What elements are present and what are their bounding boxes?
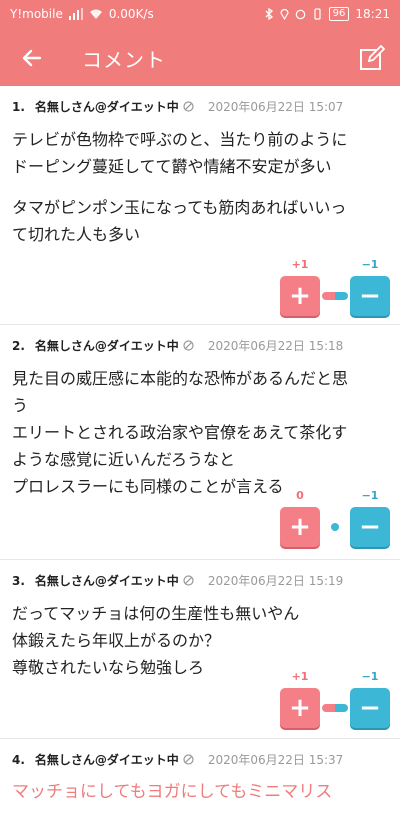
comment-body: だってマッチョは何の生産性も無いやん 体鍛えたら年収上がるのか？ 尊敬されたいな…	[12, 600, 388, 681]
comment-line: 体鍛えたら年収上がるのか？	[12, 631, 221, 650]
plus-count: +1	[291, 258, 309, 271]
vote-widget: +1 −1 + −	[280, 258, 390, 322]
clock: 18:21	[355, 7, 390, 21]
plus-button[interactable]: +	[280, 688, 320, 728]
vote-ratio-bar	[322, 704, 348, 712]
vibrate-icon	[314, 8, 321, 20]
arrow-left-icon[interactable]	[18, 44, 46, 72]
comment-number: 2.	[12, 338, 25, 353]
vote-ratio-bar	[322, 292, 348, 300]
comment-line: ような感覚に近いんだろうなと	[12, 450, 236, 469]
comment-line: ドーピング蔓延してて欝や情緒不安定が多い	[12, 157, 332, 176]
status-bar: Y!mobile 0.00K/s 96 18:21	[0, 0, 400, 30]
comment-line: テレビが色物枠で呼ぶのと、当たり前のように	[12, 130, 348, 149]
comment-line: だってマッチョは何の生産性も無いやん	[12, 604, 300, 623]
location-icon	[280, 8, 289, 20]
comment-list: 1. 名無しさん@ダイエット中 2020年06月22日 15:07 テレビが色物…	[0, 86, 400, 819]
comment-line: う	[12, 396, 29, 415]
wifi-icon	[89, 9, 102, 19]
comment-number: 4.	[12, 752, 25, 767]
app-bar: コメント	[0, 30, 400, 86]
alarm-icon	[295, 9, 305, 20]
comment-line: て切れた人も多い	[12, 225, 141, 244]
minus-button[interactable]: −	[350, 507, 390, 547]
comment-item: 1. 名無しさん@ダイエット中 2020年06月22日 15:07 テレビが色物…	[0, 86, 400, 325]
comment-author: 名無しさん@ダイエット中	[34, 753, 179, 767]
comment-item: 2. 名無しさん@ダイエット中 2020年06月22日 15:18 見た目の威圧…	[0, 325, 400, 560]
comment-meta: 1. 名無しさん@ダイエット中 2020年06月22日 15:07	[12, 98, 343, 115]
plus-button[interactable]: +	[280, 276, 320, 316]
comment-author: 名無しさん@ダイエット中	[34, 339, 179, 353]
comment-body: テレビが色物枠で呼ぶのと、当たり前のように ドーピング蔓延してて欝や情緒不安定が…	[12, 126, 388, 248]
comment-author: 名無しさん@ダイエット中	[34, 100, 179, 114]
vote-widget: 0 −1 + −	[280, 489, 390, 553]
comment-date: 2020年06月22日 15:18	[207, 339, 344, 353]
block-icon[interactable]	[183, 101, 194, 112]
comment-number: 1.	[12, 99, 25, 114]
minus-count: −1	[361, 258, 379, 271]
carrier-label: Y!mobile	[10, 7, 63, 21]
comment-date: 2020年06月22日 15:07	[207, 100, 344, 114]
minus-count: −1	[361, 489, 379, 502]
minus-count: −1	[361, 670, 379, 683]
plus-count: +1	[291, 670, 309, 683]
comment-item: 4. 名無しさん@ダイエット中 2020年06月22日 15:37 マッチョにし…	[0, 739, 400, 819]
minus-button[interactable]: −	[350, 688, 390, 728]
block-icon[interactable]	[183, 575, 194, 586]
comment-number: 3.	[12, 573, 25, 588]
comment-line: 見た目の威圧感に本能的な恐怖があるんだと思	[12, 369, 349, 388]
minus-button[interactable]: −	[350, 276, 390, 316]
page-title: コメント	[82, 48, 166, 72]
block-icon[interactable]	[183, 340, 194, 351]
comment-meta: 3. 名無しさん@ダイエット中 2020年06月22日 15:19	[12, 572, 343, 589]
comment-body: 見た目の威圧感に本能的な恐怖があるんだと思 う エリートとされる政治家や官僚をあ…	[12, 365, 388, 500]
network-speed: 0.00K/s	[108, 7, 154, 21]
comment-meta: 4. 名無しさん@ダイエット中 2020年06月22日 15:37	[12, 751, 343, 768]
vote-ratio-bar	[331, 523, 339, 531]
vote-widget: +1 −1 + −	[280, 670, 390, 734]
signal-icon	[68, 8, 83, 20]
comment-body: マッチョにしてもヨガにしてもミニマリス	[12, 779, 388, 806]
comment-line: マッチョにしてもヨガにしてもミニマリス	[12, 782, 333, 802]
battery-indicator: 96	[328, 7, 350, 21]
plus-button[interactable]: +	[280, 507, 320, 547]
comment-line: エリートとされる政治家や官僚をあえて茶化す	[12, 423, 348, 442]
comment-item: 3. 名無しさん@ダイエット中 2020年06月22日 15:19 だってマッチ…	[0, 560, 400, 739]
bluetooth-icon	[265, 8, 273, 20]
comment-meta: 2. 名無しさん@ダイエット中 2020年06月22日 15:18	[12, 337, 343, 354]
edit-icon[interactable]	[358, 44, 386, 72]
plus-count: 0	[296, 489, 304, 502]
comment-date: 2020年06月22日 15:37	[207, 753, 344, 767]
comment-author: 名無しさん@ダイエット中	[34, 574, 179, 588]
comment-line: タマがピンポン玉になっても筋肉あればいいっ	[12, 198, 347, 217]
comment-date: 2020年06月22日 15:19	[207, 574, 344, 588]
block-icon[interactable]	[183, 754, 194, 765]
